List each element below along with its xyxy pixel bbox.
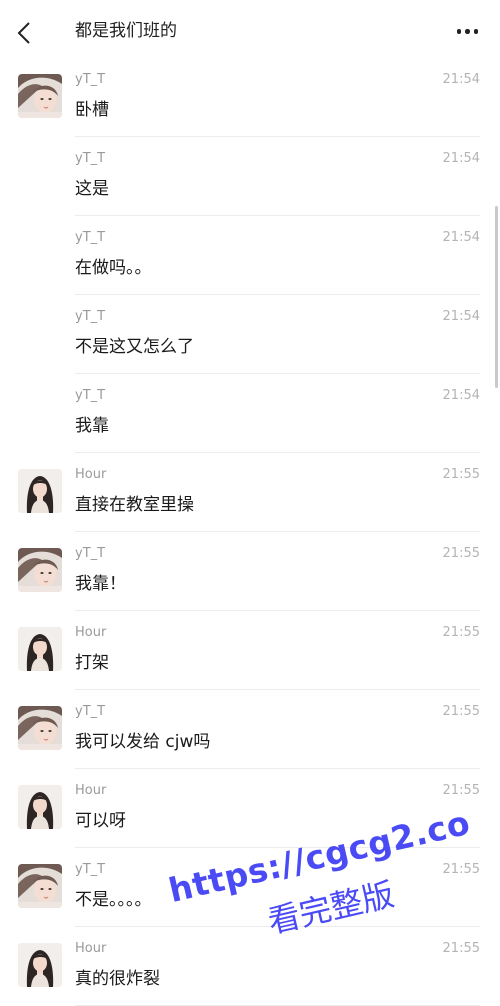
message-time: 21:55: [442, 467, 480, 482]
avatar[interactable]: [18, 785, 62, 829]
message-item[interactable]: yT_T 21:55 我靠！: [0, 532, 500, 611]
message-sender: Hour: [75, 941, 107, 956]
message-item[interactable]: Hour 21:55 直接在教室里操: [0, 453, 500, 532]
message-sender: Hour: [75, 467, 107, 482]
avatar[interactable]: [18, 548, 62, 592]
message-text: 直接在教室里操: [75, 495, 194, 515]
message-sender: yT_T: [75, 704, 106, 719]
message-text: 可以呀: [75, 811, 126, 831]
scrollbar[interactable]: [495, 206, 498, 388]
message-item[interactable]: Hour 21:55 真的很炸裂: [0, 927, 500, 1006]
message-time: 21:54: [442, 151, 480, 166]
message-time: 21:55: [442, 862, 480, 877]
avatar-hour-image: [18, 943, 62, 987]
avatar[interactable]: [18, 469, 62, 513]
message-text: 打架: [75, 653, 109, 673]
message-item[interactable]: yT_T 21:54 卧槽: [0, 58, 500, 137]
chevron-left-icon: [17, 22, 30, 44]
avatar-hour-image: [18, 627, 62, 671]
avatar-yt-image: [18, 706, 62, 750]
message-text: 卧槽: [75, 100, 109, 120]
message-sender: yT_T: [75, 309, 106, 324]
message-time: 21:54: [442, 388, 480, 403]
message-sender: yT_T: [75, 546, 106, 561]
message-time: 21:54: [442, 72, 480, 87]
message-item[interactable]: yT_T 21:54 不是这又怎么了: [0, 295, 500, 374]
message-item[interactable]: Hour 21:55 打架: [0, 611, 500, 690]
message-time: 21:55: [442, 546, 480, 561]
message-text: 我可以发给 cjw吗: [75, 732, 211, 752]
avatar[interactable]: [18, 943, 62, 987]
chat-header: 都是我们班的: [0, 0, 500, 58]
avatar-hour-image: [18, 785, 62, 829]
message-sender: yT_T: [75, 230, 106, 245]
chat-title: 都是我们班的: [75, 21, 177, 41]
message-text: 我靠: [75, 416, 109, 436]
message-item[interactable]: yT_T 21:54 我靠: [0, 374, 500, 453]
message-item[interactable]: yT_T 21:55 我可以发给 cjw吗: [0, 690, 500, 769]
message-time: 21:55: [442, 941, 480, 956]
back-button[interactable]: [14, 20, 36, 46]
message-time: 21:55: [442, 783, 480, 798]
avatar[interactable]: [18, 864, 62, 908]
avatar-yt-image: [18, 864, 62, 908]
message-text: 这是: [75, 179, 109, 199]
message-item[interactable]: yT_T 21:54 在做吗。。: [0, 216, 500, 295]
message-sender: Hour: [75, 783, 107, 798]
message-text: 真的很炸裂: [75, 969, 160, 989]
message-text: 不是。。。。: [75, 890, 152, 910]
message-time: 21:55: [442, 704, 480, 719]
more-button[interactable]: [456, 29, 478, 34]
message-text: 不是这又怎么了: [75, 337, 194, 357]
message-text: 我靠！: [75, 574, 126, 594]
message-sender: yT_T: [75, 151, 106, 166]
avatar[interactable]: [18, 706, 62, 750]
message-time: 21:55: [442, 625, 480, 640]
message-text: 在做吗。。: [75, 258, 152, 278]
message-sender: yT_T: [75, 388, 106, 403]
message-sender: Hour: [75, 625, 107, 640]
more-dots-icon: [456, 29, 461, 34]
message-item[interactable]: yT_T 21:54 这是: [0, 137, 500, 216]
message-sender: yT_T: [75, 72, 106, 87]
avatar-hour-image: [18, 469, 62, 513]
avatar-yt-image: [18, 74, 62, 118]
avatar-yt-image: [18, 548, 62, 592]
message-time: 21:54: [442, 309, 480, 324]
avatar[interactable]: [18, 627, 62, 671]
message-time: 21:54: [442, 230, 480, 245]
avatar[interactable]: [18, 74, 62, 118]
message-sender: yT_T: [75, 862, 106, 877]
